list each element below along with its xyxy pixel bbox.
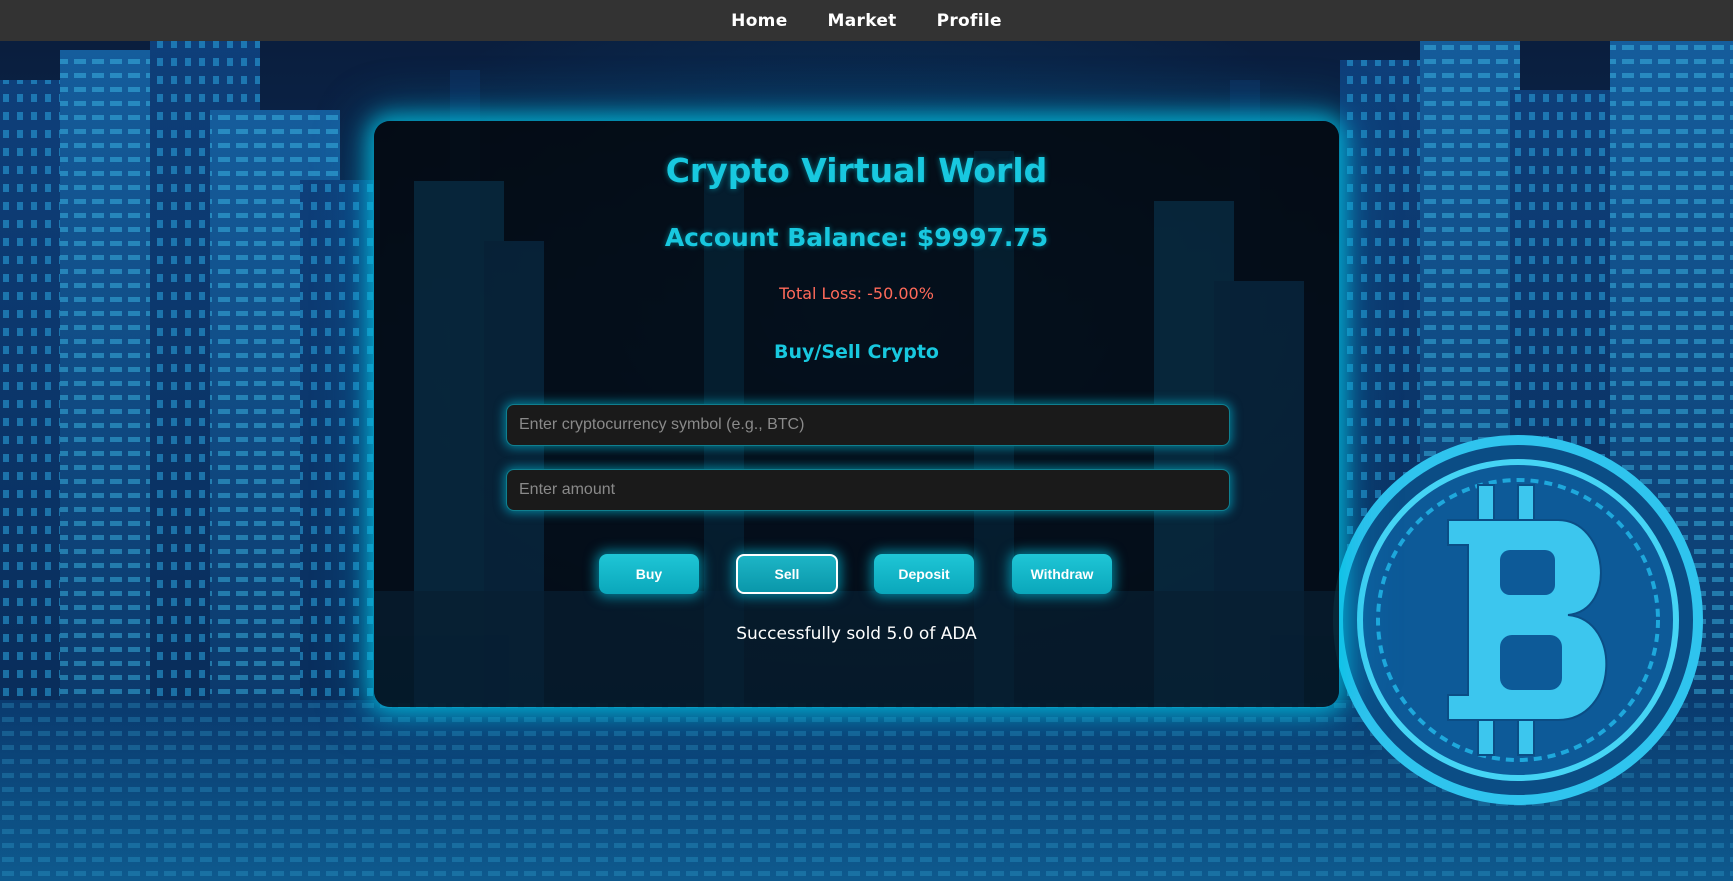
withdraw-button[interactable]: Withdraw	[1012, 554, 1112, 594]
symbol-input[interactable]	[506, 404, 1230, 446]
amount-input[interactable]	[506, 469, 1230, 511]
sell-button[interactable]: Sell	[736, 554, 838, 594]
page-title: Crypto Virtual World	[665, 151, 1048, 190]
nav-market[interactable]: Market	[828, 11, 897, 31]
deposit-button[interactable]: Deposit	[874, 554, 974, 594]
bitcoin-icon	[1318, 420, 1728, 840]
top-navbar: Home Market Profile	[0, 0, 1733, 41]
section-title: Buy/Sell Crypto	[774, 341, 939, 363]
total-loss: Total Loss: -50.00%	[779, 284, 934, 303]
status-message: Successfully sold 5.0 of ADA	[736, 624, 977, 644]
nav-home[interactable]: Home	[731, 11, 787, 31]
trading-card: Crypto Virtual World Account Balance: $9…	[374, 121, 1339, 707]
buy-button[interactable]: Buy	[599, 554, 699, 594]
action-buttons: Buy Sell Deposit Withdraw	[374, 554, 1339, 594]
account-balance: Account Balance: $9997.75	[664, 223, 1049, 252]
nav-profile[interactable]: Profile	[937, 11, 1002, 31]
card-content: Crypto Virtual World Account Balance: $9…	[374, 121, 1339, 707]
